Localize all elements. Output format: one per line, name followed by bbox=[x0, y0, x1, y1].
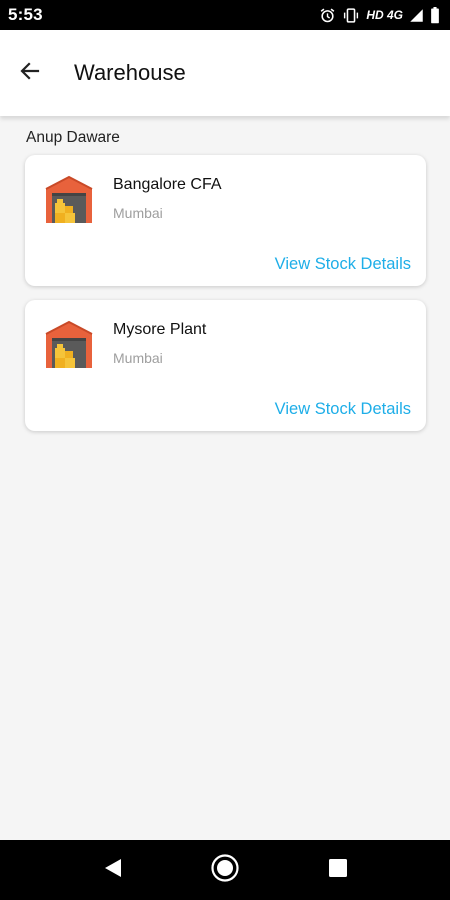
screen: 5:53 HD 4G Warehouse Anup Daware Bangalo… bbox=[0, 0, 450, 900]
home-circle-icon bbox=[210, 853, 240, 888]
main-content: Anup Daware Bangalore CFA Mumbai View St… bbox=[0, 116, 450, 840]
status-time: 5:53 bbox=[8, 5, 43, 24]
back-triangle-icon bbox=[102, 857, 124, 884]
warehouse-card[interactable]: Bangalore CFA Mumbai View Stock Details bbox=[25, 155, 426, 286]
warehouse-name: Bangalore CFA bbox=[113, 176, 222, 193]
page-title: Warehouse bbox=[74, 60, 186, 85]
warehouse-location: Mumbai bbox=[113, 350, 163, 366]
view-stock-details-link[interactable]: View Stock Details bbox=[275, 255, 411, 274]
user-name: Anup Daware bbox=[26, 129, 120, 146]
warehouse-card[interactable]: Mysore Plant Mumbai View Stock Details bbox=[25, 300, 426, 431]
signal-icon bbox=[409, 8, 424, 23]
arrow-left-icon bbox=[18, 59, 42, 88]
nav-home-button[interactable] bbox=[210, 853, 240, 888]
warehouse-icon bbox=[44, 318, 94, 368]
warehouse-name: Mysore Plant bbox=[113, 321, 207, 338]
recents-square-icon bbox=[328, 858, 348, 883]
nav-recents-button[interactable] bbox=[323, 855, 353, 885]
back-button[interactable] bbox=[0, 43, 60, 103]
vibrate-icon bbox=[342, 7, 360, 24]
nav-back-button[interactable] bbox=[98, 855, 128, 885]
alarm-icon bbox=[319, 7, 336, 24]
warehouse-location: Mumbai bbox=[113, 205, 163, 221]
app-bar: Warehouse bbox=[0, 30, 450, 116]
status-icons: HD 4G bbox=[319, 6, 440, 24]
warehouse-icon bbox=[44, 173, 94, 223]
network-type: HD 4G bbox=[366, 8, 403, 22]
status-bar: 5:53 HD 4G bbox=[0, 0, 450, 30]
system-nav-bar bbox=[0, 840, 450, 900]
view-stock-details-link[interactable]: View Stock Details bbox=[275, 400, 411, 419]
battery-icon bbox=[430, 6, 440, 24]
